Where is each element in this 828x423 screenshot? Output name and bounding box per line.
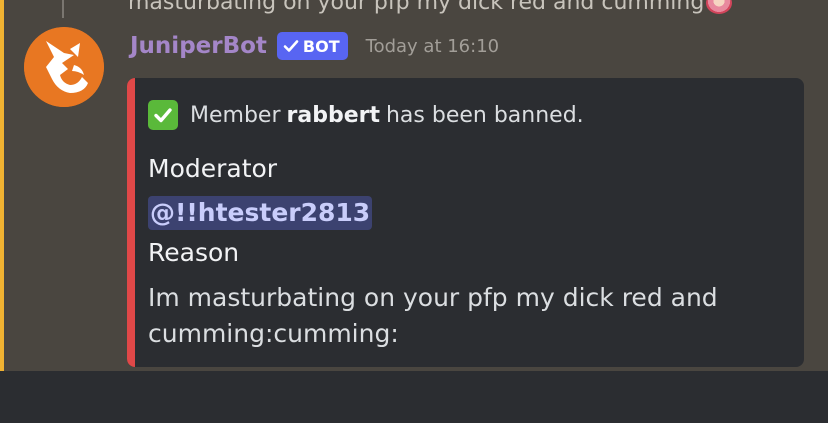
verified-check-icon (283, 40, 299, 52)
embed-title-suffix: has been banned. (385, 102, 584, 128)
previous-message-text: masturbating on your pfp my dick red and… (128, 0, 733, 15)
field-moderator-name: Moderator (148, 154, 278, 183)
ban-embed: Member rabbert has been banned. Moderato… (127, 78, 804, 367)
bot-tag: BOT (276, 32, 348, 60)
mention-highlight-bar (0, 0, 4, 371)
embed-title: Member rabbert has been banned. (148, 100, 584, 130)
bot-tag-label: BOT (302, 36, 340, 56)
embed-color-stripe (127, 78, 135, 367)
field-reason-value: Im masturbating on your pfp my dick red … (148, 283, 718, 348)
avatar[interactable] (24, 27, 104, 107)
cumming-custom-emoji-icon (706, 0, 733, 14)
previous-message-content: masturbating on your pfp my dick red and… (128, 0, 705, 15)
reply-connector-line (62, 0, 64, 18)
moderator-mention[interactable]: @!!htester2813 (148, 196, 373, 230)
fox-logo-icon (24, 27, 104, 107)
embed-title-member: rabbert (286, 102, 380, 128)
chat-message-area: masturbating on your pfp my dick red and… (0, 0, 828, 371)
message-timestamp[interactable]: Today at 16:10 (366, 36, 499, 57)
author-username[interactable]: JuniperBot (130, 33, 267, 59)
white-check-mark-icon (148, 100, 178, 130)
embed-title-prefix: Member (190, 102, 281, 128)
message-header: JuniperBot BOT Today at 16:10 (130, 31, 499, 61)
field-reason-name: Reason (148, 238, 240, 267)
